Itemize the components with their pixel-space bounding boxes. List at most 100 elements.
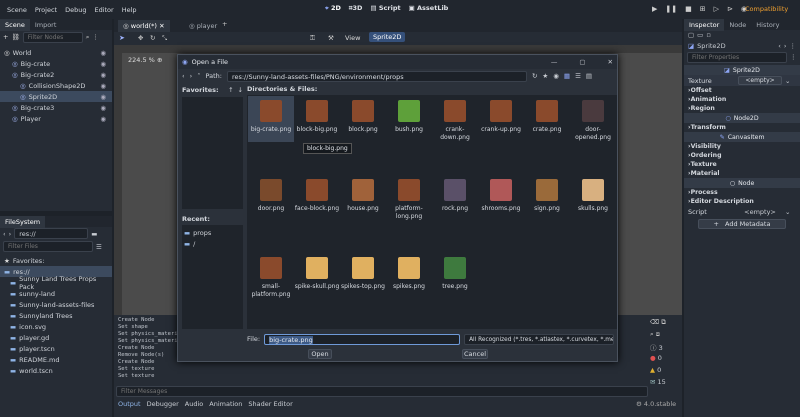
bottom-tab[interactable]: Audio (185, 400, 203, 408)
file-item[interactable]: platform-long.png (386, 175, 432, 221)
recent-item[interactable]: ▬ props (184, 227, 241, 238)
remote-icon[interactable]: ⊞ (700, 5, 706, 13)
close-icon[interactable]: ✕ (608, 58, 613, 66)
file-item[interactable]: small-platform.png (248, 253, 294, 299)
history-back-icon[interactable]: ‹ (778, 42, 781, 50)
filesystem-path[interactable]: res:// (14, 228, 89, 239)
inspector-section[interactable]: › Visibility (684, 142, 800, 151)
filter-messages-input[interactable] (116, 386, 648, 397)
tab-inspector[interactable]: Inspector (684, 18, 725, 31)
rotate-tool-icon[interactable]: ↻ (150, 34, 155, 42)
file-type-select[interactable]: All Recognized (*.tres, *.atlastex, *.cu… (464, 333, 615, 345)
grid-view-icon[interactable]: ▦ (564, 72, 570, 80)
scene-node[interactable]: ◎ Big-crate3 ◉ (0, 102, 112, 113)
file-item[interactable]: big-crate.png (248, 96, 294, 142)
filesystem-item[interactable]: ▬ Sunny Land Trees Props Pack (0, 275, 112, 291)
file-item[interactable]: door.png (248, 175, 294, 221)
file-item[interactable]: spike-skull.png (294, 253, 340, 299)
inspector-section[interactable]: › Editor Description (684, 197, 800, 206)
scene-node[interactable]: ◎ Big-crate ◉ (0, 58, 112, 69)
file-name-input[interactable]: big-crate.png (264, 333, 461, 345)
workspace-script[interactable]: ▤ Script (370, 4, 400, 13)
tab-scene[interactable]: Scene (0, 18, 30, 31)
filesystem-item[interactable]: ▬ player.gd (0, 332, 112, 343)
scale-tool-icon[interactable]: ⤡ (162, 34, 167, 43)
bottom-tab[interactable]: Debugger (147, 400, 179, 408)
open-resource-icon[interactable]: ▭ (697, 31, 703, 39)
bottom-tab[interactable]: Animation (209, 400, 242, 408)
lock-icon[interactable]: ⚿ (310, 34, 315, 43)
visibility-icon[interactable]: ◉ (100, 71, 106, 79)
filesystem-item[interactable]: ▬ world.tscn (0, 365, 112, 376)
node-menu[interactable]: Sprite2D (369, 32, 406, 42)
file-item[interactable]: bush.png (386, 96, 432, 142)
inspector-section[interactable]: › Animation (684, 95, 800, 104)
workspace-assetlib[interactable]: ▣ AssetLib (409, 4, 449, 13)
open-button[interactable]: Open (308, 349, 332, 359)
filesystem-item[interactable]: ▬ README.md (0, 354, 112, 365)
menu-debug[interactable]: Debug (61, 6, 90, 14)
cancel-button[interactable]: Cancel (462, 349, 488, 359)
pause-icon[interactable]: ❚❚ (665, 5, 677, 13)
arrow-down-icon[interactable]: ↓ (238, 86, 243, 94)
file-item[interactable]: spikes-top.png (340, 253, 386, 299)
scene-node[interactable]: ◎ Big-crate2 ◉ (0, 69, 112, 80)
bones-icon[interactable]: ⚒ (328, 34, 334, 42)
search-icon[interactable]: ⌕ ⧈ (650, 330, 678, 342)
search-options-icon[interactable]: ⌕ (86, 33, 90, 42)
back-icon[interactable]: ‹ (182, 72, 185, 80)
file-item[interactable]: face-block.png (294, 175, 340, 221)
zoom-in-icon[interactable]: ⊕ (157, 56, 162, 64)
renderer-label[interactable]: Compatibility (745, 5, 788, 13)
inspector-section[interactable]: › Transform (684, 123, 800, 132)
favorite-icon[interactable]: ★ (542, 72, 548, 80)
texture-value[interactable]: <empty> (738, 76, 782, 85)
scene-node[interactable]: ◎ Sprite2D ◉ (0, 91, 112, 102)
filter-files-input[interactable] (3, 241, 93, 252)
file-item[interactable]: skulls.png (570, 175, 616, 221)
visibility-icon[interactable]: ◉ (100, 49, 106, 57)
more-icon[interactable]: ⋮ (92, 33, 99, 41)
scene-node[interactable]: ◎ World ◉ (0, 47, 112, 58)
filter-nodes-input[interactable] (22, 31, 83, 43)
message-count[interactable]: ✉ 15 (650, 378, 678, 390)
inspector-section[interactable]: › Process (684, 188, 800, 197)
close-icon[interactable]: ✕ (159, 22, 164, 30)
filesystem-item[interactable]: ▬ Sunnyland Trees (0, 310, 112, 321)
tab-node[interactable]: Node (724, 19, 751, 31)
forward-icon[interactable]: › (9, 230, 12, 238)
view-menu[interactable]: View (345, 34, 360, 42)
tab-history[interactable]: History (751, 19, 784, 31)
recent-item[interactable]: ▬ / (184, 238, 241, 249)
favorites-list[interactable] (182, 97, 243, 209)
minimize-icon[interactable]: — (551, 58, 558, 66)
bottom-tab[interactable]: Output (118, 400, 141, 408)
forward-icon[interactable]: › (190, 72, 193, 80)
filesystem-item[interactable]: ★ Favorites: (0, 255, 112, 266)
up-icon[interactable]: ˄ (197, 72, 200, 80)
inspector-section[interactable]: › Material (684, 169, 800, 178)
filesystem-item[interactable]: ▬ icon.svg (0, 321, 112, 332)
tab-player[interactable]: ◎ player (184, 20, 222, 32)
menu-editor[interactable]: Editor (90, 6, 117, 14)
file-item[interactable]: house.png (340, 175, 386, 221)
play-scene-icon[interactable]: ▷ (714, 5, 719, 13)
file-item[interactable]: tree.png (432, 253, 478, 299)
bottom-tab[interactable]: Shader Editor (248, 400, 292, 408)
stop-icon[interactable]: ■ (685, 5, 692, 13)
visibility-icon[interactable]: ◉ (100, 60, 106, 68)
object-menu-icon[interactable]: ⋮ (790, 42, 797, 50)
sort-icon[interactable]: ☰ (96, 243, 102, 251)
path-field[interactable]: res://Sunny-land-assets-files/PNG/enviro… (226, 70, 527, 82)
file-item[interactable]: sign.png (524, 175, 570, 221)
refresh-icon[interactable]: ↻ (532, 72, 537, 80)
error-count[interactable]: ● 0 (650, 354, 678, 366)
add-tab-icon[interactable]: + (222, 20, 227, 28)
link-icon[interactable]: ⛓ (11, 33, 19, 41)
inspector-section[interactable]: › Ordering (684, 151, 800, 160)
maximize-icon[interactable]: ▢ (579, 58, 585, 66)
inspector-section[interactable]: › Region (684, 104, 800, 113)
history-forward-icon[interactable]: › (784, 42, 787, 50)
tab-filesystem[interactable]: FileSystem (0, 215, 46, 228)
new-resource-icon[interactable]: ▢ (688, 31, 694, 39)
